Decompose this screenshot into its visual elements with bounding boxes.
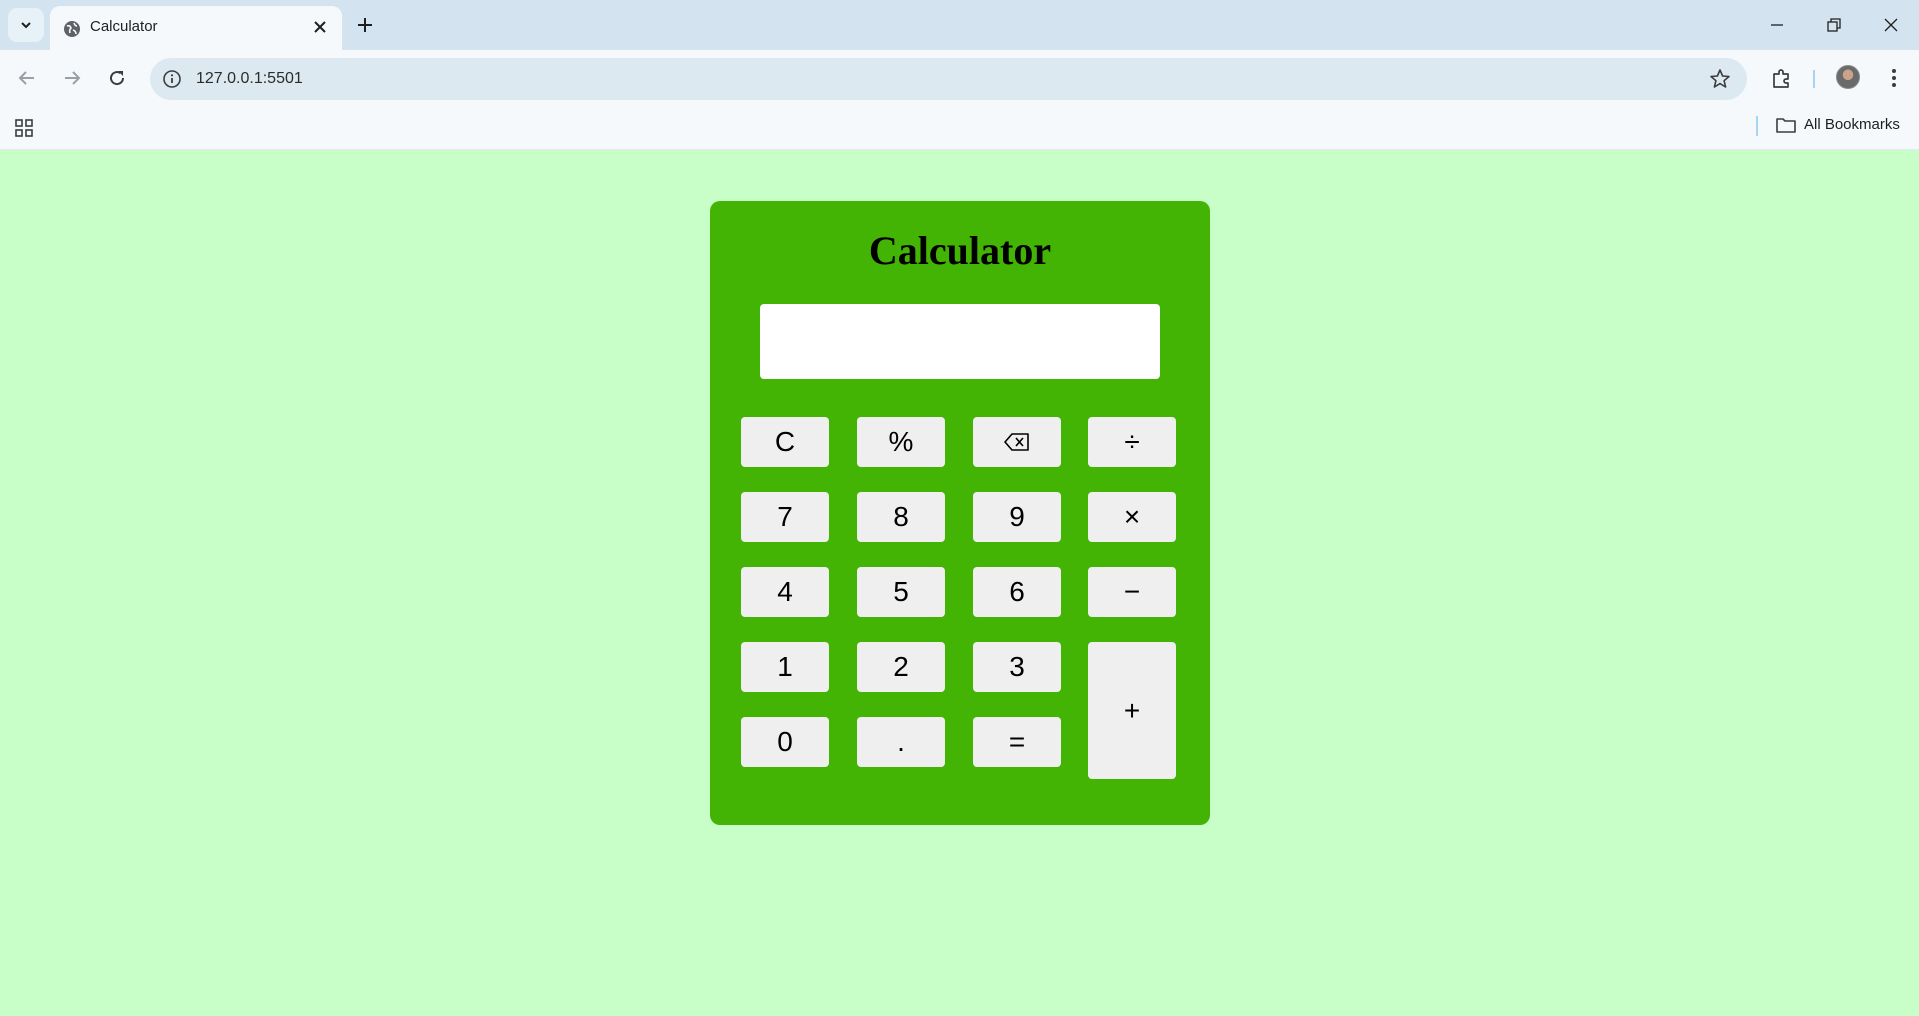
chevron-down-icon bbox=[21, 22, 31, 29]
minimize-icon bbox=[1771, 24, 1783, 26]
equals-button[interactable]: = bbox=[973, 717, 1061, 767]
multiply-button[interactable]: × bbox=[1088, 492, 1176, 542]
minus-button[interactable]: − bbox=[1088, 567, 1176, 617]
calculator: Calculator C % ÷ 7 8 9 × 4 5 6 − 1 2 3 +… bbox=[710, 201, 1210, 825]
calculator-display[interactable] bbox=[760, 304, 1160, 379]
menu-button[interactable] bbox=[1878, 62, 1910, 94]
arrow-left-icon bbox=[18, 71, 34, 85]
tab-close-button[interactable] bbox=[310, 17, 330, 37]
digit-0-button[interactable]: 0 bbox=[741, 717, 829, 767]
extensions-button[interactable] bbox=[1766, 62, 1798, 94]
close-icon bbox=[314, 21, 326, 33]
url-text: 127.0.0.1:5501 bbox=[196, 70, 303, 87]
new-tab-button[interactable] bbox=[353, 13, 377, 37]
minimize-button[interactable] bbox=[1763, 11, 1791, 39]
backspace-button[interactable] bbox=[973, 417, 1061, 467]
puzzle-icon bbox=[1773, 69, 1789, 88]
digit-5-button[interactable]: 5 bbox=[857, 567, 945, 617]
more-vertical-icon bbox=[1892, 69, 1896, 87]
restore-icon bbox=[1827, 18, 1841, 32]
decimal-button[interactable]: . bbox=[857, 717, 945, 767]
digit-4-button[interactable]: 4 bbox=[741, 567, 829, 617]
forward-button[interactable] bbox=[56, 62, 88, 94]
plus-icon bbox=[358, 18, 372, 32]
restore-button[interactable] bbox=[1820, 11, 1848, 39]
tab-search-button[interactable] bbox=[8, 8, 44, 42]
percent-button[interactable]: % bbox=[857, 417, 945, 467]
close-icon bbox=[1884, 18, 1898, 32]
digit-8-button[interactable]: 8 bbox=[857, 492, 945, 542]
divide-button[interactable]: ÷ bbox=[1088, 417, 1176, 467]
tab-strip: Calculator bbox=[0, 0, 1919, 50]
back-button[interactable] bbox=[11, 62, 43, 94]
address-bar[interactable]: 127.0.0.1:5501 bbox=[150, 58, 1747, 100]
digit-6-button[interactable]: 6 bbox=[973, 567, 1061, 617]
tab-title: Calculator bbox=[90, 18, 158, 35]
browser-toolbar: 127.0.0.1:5501 bbox=[0, 50, 1919, 108]
plus-button[interactable]: + bbox=[1088, 642, 1176, 779]
reload-icon bbox=[110, 71, 125, 86]
tab-calculator[interactable]: Calculator bbox=[50, 6, 342, 50]
digit-2-button[interactable]: 2 bbox=[857, 642, 945, 692]
apps-grid-icon[interactable] bbox=[14, 118, 34, 138]
digit-7-button[interactable]: 7 bbox=[741, 492, 829, 542]
digit-1-button[interactable]: 1 bbox=[741, 642, 829, 692]
profile-avatar[interactable] bbox=[1836, 65, 1860, 89]
arrow-right-icon bbox=[65, 71, 81, 85]
page-viewport: Calculator C % ÷ 7 8 9 × 4 5 6 − 1 2 3 +… bbox=[0, 150, 1919, 1016]
info-icon[interactable] bbox=[162, 69, 182, 89]
bookmarks-separator bbox=[1756, 116, 1758, 136]
folder-icon bbox=[1776, 117, 1796, 133]
bookmarks-bar: All Bookmarks bbox=[0, 108, 1919, 150]
toolbar-separator bbox=[1813, 70, 1815, 88]
backspace-icon bbox=[1004, 433, 1029, 451]
calculator-title: Calculator bbox=[868, 228, 1052, 273]
all-bookmarks-label: All Bookmarks bbox=[1804, 116, 1900, 133]
star-icon[interactable] bbox=[1709, 68, 1731, 90]
close-window-button[interactable] bbox=[1877, 11, 1905, 39]
reload-button[interactable] bbox=[101, 62, 133, 94]
globe-icon bbox=[64, 21, 80, 37]
digit-9-button[interactable]: 9 bbox=[973, 492, 1061, 542]
digit-3-button[interactable]: 3 bbox=[973, 642, 1061, 692]
clear-button[interactable]: C bbox=[741, 417, 829, 467]
all-bookmarks-button[interactable]: All Bookmarks bbox=[1776, 116, 1900, 133]
